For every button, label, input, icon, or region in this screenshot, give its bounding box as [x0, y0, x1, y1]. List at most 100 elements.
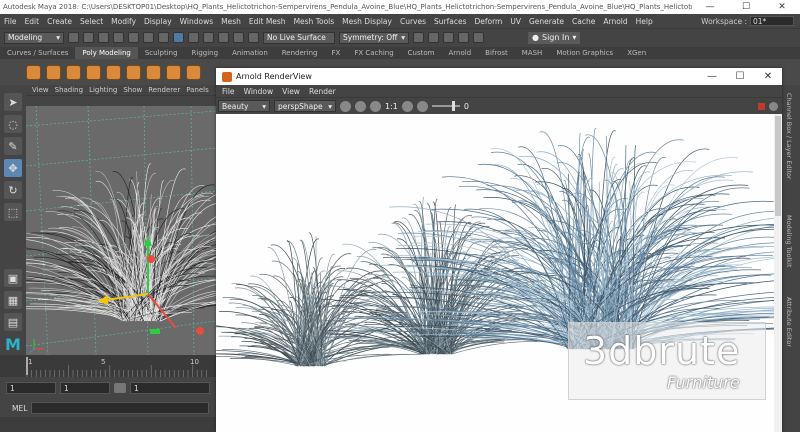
start-time-field[interactable]: 1	[6, 382, 56, 394]
renderview-options-icon[interactable]	[769, 101, 778, 111]
menu-deform[interactable]: Deform	[470, 17, 506, 26]
snap-grid-icon[interactable]	[188, 32, 199, 43]
stop-render-button[interactable]	[758, 102, 765, 110]
menu-mesh-display[interactable]: Mesh Display	[338, 17, 396, 26]
layout-four-icon[interactable]: ▦	[4, 291, 22, 309]
time-slider[interactable]: 1 5 10	[0, 355, 216, 377]
viewport-menu-view[interactable]: View	[32, 86, 49, 94]
poly-disc-icon[interactable]	[146, 64, 161, 80]
tab-arnold[interactable]: Arnold	[442, 47, 479, 59]
redo-icon[interactable]	[128, 32, 139, 43]
menu-mesh[interactable]: Mesh	[217, 17, 245, 26]
combine-icon[interactable]	[186, 64, 201, 80]
layout-outliner-icon[interactable]: ▤	[4, 313, 22, 331]
refresh-render-icon[interactable]	[355, 100, 366, 112]
tab-poly-modeling[interactable]: Poly Modeling	[75, 47, 138, 59]
color-correct-icon[interactable]	[401, 100, 413, 112]
aov-dropdown[interactable]: Beauty ▾	[218, 100, 270, 112]
minimize-button[interactable]: —	[692, 2, 728, 12]
scale-tool-icon[interactable]: ⬚	[4, 203, 22, 221]
exposure-slider-knob[interactable]	[451, 101, 455, 111]
menu-create[interactable]: Create	[43, 17, 76, 26]
camera-dropdown[interactable]: perspShape ▾	[274, 100, 336, 112]
menu-arnold[interactable]: Arnold	[599, 17, 631, 26]
renderview-maximize-button[interactable]: ☐	[726, 71, 754, 82]
renderview-menu-window[interactable]: Window	[244, 87, 274, 96]
tab-xgen[interactable]: XGen	[620, 47, 653, 59]
tab-animation[interactable]: Animation	[225, 47, 275, 59]
menu-cache[interactable]: Cache	[568, 17, 599, 26]
paint-select-icon[interactable]: ✎	[4, 137, 22, 155]
playback-start-field[interactable]: 1	[60, 382, 110, 394]
workspace-dropdown[interactable]: 01*	[750, 16, 794, 26]
lasso-tool-icon[interactable]: ◌	[4, 115, 22, 133]
renderview-menu-view[interactable]: View	[282, 87, 300, 96]
pause-icon[interactable]	[473, 32, 484, 43]
undo-icon[interactable]	[113, 32, 124, 43]
tab-motion-graphics[interactable]: Motion Graphics	[549, 47, 620, 59]
select-component-icon[interactable]	[173, 32, 184, 43]
tab-bifrost[interactable]: Bifrost	[478, 47, 515, 59]
render-settings-icon[interactable]	[443, 32, 454, 43]
menu-mesh-tools[interactable]: Mesh Tools	[290, 17, 339, 26]
poly-cylinder-icon[interactable]	[66, 64, 81, 80]
symmetry-dropdown[interactable]: Symmetry: Off ▾	[339, 31, 409, 44]
sign-in-button[interactable]: ● Sign In ▾	[528, 31, 581, 44]
tab-rigging[interactable]: Rigging	[185, 47, 226, 59]
exposure-slider[interactable]	[431, 101, 460, 111]
viewport-menu-renderer[interactable]: Renderer	[148, 86, 180, 94]
select-object-icon[interactable]	[158, 32, 169, 43]
layout-single-icon[interactable]: ▣	[4, 269, 22, 287]
menu-edit[interactable]: Edit	[21, 17, 44, 26]
poly-cube-icon[interactable]	[46, 64, 61, 80]
viewport-menu-shading[interactable]: Shading	[55, 86, 83, 94]
rotate-tool-icon[interactable]: ↻	[4, 181, 22, 199]
tab-custom[interactable]: Custom	[401, 47, 442, 59]
menu-modify[interactable]: Modify	[107, 17, 140, 26]
ipr-render-icon[interactable]	[428, 32, 439, 43]
snap-view-icon[interactable]	[233, 32, 244, 43]
snap-point-icon[interactable]	[218, 32, 229, 43]
maximize-button[interactable]: ☐	[728, 2, 764, 12]
menu-help[interactable]: Help	[632, 17, 657, 26]
menu-display[interactable]: Display	[140, 17, 176, 26]
renderview-close-button[interactable]: ✕	[754, 71, 782, 82]
renderview-menu-render[interactable]: Render	[309, 87, 336, 96]
hypershade-icon[interactable]	[458, 32, 469, 43]
zoom-ratio[interactable]: 1:1	[385, 102, 398, 111]
render-frame-icon[interactable]	[413, 32, 424, 43]
tab-attribute-editor[interactable]: Attribute Editor	[785, 297, 793, 347]
mel-input[interactable]	[31, 402, 210, 414]
select-hierarchy-icon[interactable]	[143, 32, 154, 43]
scrollbar-thumb[interactable]	[775, 116, 781, 216]
menu-surfaces[interactable]: Surfaces	[430, 17, 470, 26]
super-shapes-icon[interactable]	[166, 64, 181, 80]
move-tool-icon[interactable]: ✥	[4, 159, 22, 177]
renderview-menu-file[interactable]: File	[222, 87, 235, 96]
renderview-scrollbar[interactable]	[774, 114, 782, 432]
menu-file[interactable]: File	[0, 17, 21, 26]
snap-surface-icon[interactable]	[248, 32, 259, 43]
crop-region-icon[interactable]	[370, 100, 381, 112]
mode-dropdown[interactable]: Modeling ▾	[4, 31, 64, 44]
save-scene-icon[interactable]	[98, 32, 109, 43]
poly-sphere-icon[interactable]	[26, 64, 41, 80]
poly-plane-icon[interactable]	[126, 64, 141, 80]
viewport-menu-panels[interactable]: Panels	[186, 86, 209, 94]
open-scene-icon[interactable]	[83, 32, 94, 43]
menu-uv[interactable]: UV	[506, 17, 525, 26]
viewport-menu-lighting[interactable]: Lighting	[89, 86, 117, 94]
tab-sculpting[interactable]: Sculpting	[138, 47, 185, 59]
menu-curves[interactable]: Curves	[396, 17, 430, 26]
close-button[interactable]: ✕	[764, 2, 800, 12]
live-surface-field[interactable]: No Live Surface	[263, 31, 335, 44]
render-settings-gear-icon[interactable]	[340, 100, 351, 112]
menu-edit-mesh[interactable]: Edit Mesh	[245, 17, 290, 26]
tab-channel-box[interactable]: Channel Box / Layer Editor	[785, 93, 793, 180]
tab-fx-caching[interactable]: FX Caching	[347, 47, 400, 59]
range-bar-field[interactable]: 1	[130, 382, 210, 394]
select-tool-icon[interactable]: ➤	[4, 93, 22, 111]
menu-generate[interactable]: Generate	[525, 17, 568, 26]
range-handle-icon[interactable]	[114, 383, 126, 393]
viewport-panel[interactable]: View Shading Lighting Show Renderer Pane…	[26, 85, 216, 355]
